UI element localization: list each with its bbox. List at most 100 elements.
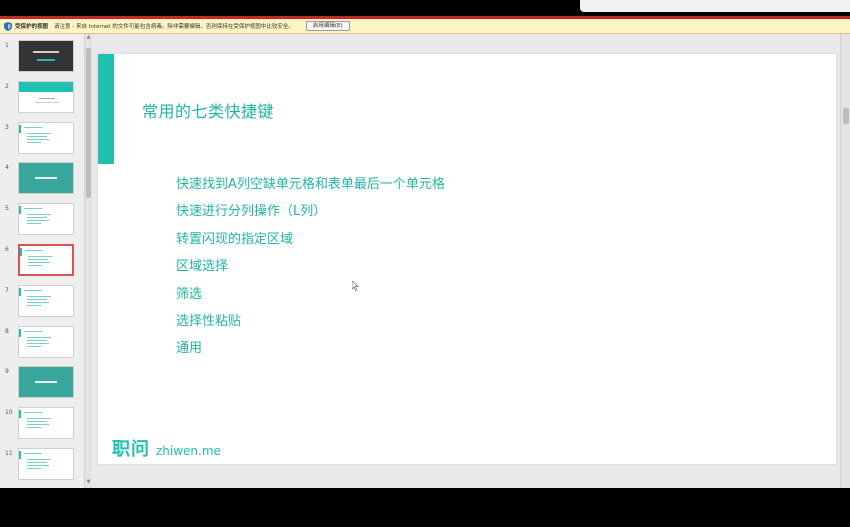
bullet-list: 快速找到A列空缺单元格和表单最后一个单元格 快速进行分列操作（L列） 转置闪现的… [176,171,445,363]
thumbnail-shape [24,126,42,128]
slide-number: 1 [5,42,9,49]
slide-thumbnail-preview[interactable] [18,80,74,113]
thumbnail-shape [27,132,51,134]
slide-editor-area: 常用的七类快捷键 快速找到A列空缺单元格和表单最后一个单元格 快速进行分列操作（… [92,34,850,488]
thumbnail-shape [35,177,57,180]
thumbnail-shape [28,259,48,260]
slide-thumbnail-preview[interactable] [18,162,74,195]
thumbnail-shape [27,468,41,469]
thumbnail-shape [20,248,22,256]
slide-number: 9 [5,368,9,376]
slide-thumbnail[interactable]: 6 [0,244,84,282]
overlay-panel [580,0,850,12]
bullet-item: 快速找到A列空缺单元格和表单最后一个单元格 [176,177,445,192]
thumbnail-shape [19,410,21,419]
thumbnail-shape [27,427,41,429]
thumbnail-shape [27,223,41,225]
thumbnail-shape [27,465,49,466]
thumbnail-shape [27,336,51,338]
slide-number: 11 [5,450,13,457]
slide-thumbnail[interactable]: 2 [0,80,84,119]
bottom-letterbox [0,488,850,524]
slide-thumbnail-preview[interactable] [18,244,74,276]
thumbnail-shape [19,124,21,133]
infobar-title: 受保护的视图 [15,24,49,30]
thumbnail-shape [19,81,73,92]
slide-thumbnail[interactable]: 11 [0,448,84,486]
slide-thumbnail-preview[interactable] [18,40,74,72]
thumbnail-shape [27,141,41,143]
thumbnail-shape [19,206,21,215]
current-slide[interactable]: 常用的七类快捷键 快速找到A列空缺单元格和表单最后一个单元格 快速进行分列操作（… [98,54,836,464]
shield-icon [4,21,12,31]
thumbnail-shape [28,265,42,266]
slide-number: 8 [5,327,9,335]
scroll-down-icon[interactable]: ▼ [86,480,91,485]
slide-number: 5 [5,205,9,213]
thumbnail-shape [19,328,21,337]
slide-thumbnail[interactable]: 7 [0,284,84,323]
thumbnail-shape [35,381,57,384]
slide-thumbnail[interactable]: 1 [0,40,84,78]
thumbnail-shape [27,304,41,306]
slide-number: 3 [5,123,9,131]
slide-number: 6 [5,246,9,253]
bullet-item: 通用 [176,341,203,357]
thumbnail-scroll-thumb[interactable] [86,48,91,198]
thumbnail-shape [27,298,47,300]
mouse-cursor-icon [352,281,359,291]
thumbnail-shape [24,289,42,291]
slide-number: 10 [5,409,13,417]
thumbnail-shape [24,412,42,414]
slide-thumbnail-preview[interactable] [18,203,74,236]
bullet-item: 快速进行分列操作（L列） [176,204,327,220]
bullet-item: 转置闪现的指定区域 [176,231,294,247]
accent-bar [98,54,114,164]
thumbnail-shape [39,97,55,99]
slide-thumbnail-preview[interactable] [18,284,74,317]
thumbnail-shape [27,421,47,423]
thumbnail-shape [24,453,42,454]
slide-number: 4 [5,164,9,172]
slide-thumbnail-preview[interactable] [18,448,74,480]
thumbnail-shape [33,51,59,53]
slide-thumbnail[interactable]: 10 [0,407,84,445]
slide-number: 7 [5,286,9,294]
thumbnail-shape [27,217,47,219]
presentation-workspace: 123456789101112 ▲ ▼ 常用的七类快捷键 快速找到A列空缺单元格… [0,34,850,521]
thumbnail-shape [27,301,49,303]
protected-view-infobar: 受保护的视图 请注意 - 来自 Internet 的文件可能包含病毒。除非需要编… [0,19,850,34]
slide-thumbnail[interactable]: 4 [0,162,84,200]
thumbnail-shape [27,220,49,222]
thumbnail-shape [27,135,47,137]
enable-editing-button[interactable]: 启用编辑(E) [305,21,350,31]
thumbnail-shape [37,59,55,61]
thumbnail-shape [27,138,49,140]
slide-thumbnail[interactable]: 5 [0,203,84,241]
slide-thumbnail-preview[interactable] [18,121,74,154]
thumbnail-shape [28,256,52,257]
thumbnail-shape [27,462,47,463]
slide-thumbnail-preview[interactable] [18,366,74,399]
thumbnail-shape [19,451,21,459]
slide-thumbnail[interactable]: 8 [0,325,84,364]
slide-scrollbar[interactable] [840,34,850,488]
slide-thumbnail[interactable]: 3 [0,121,84,160]
slide-number: 2 [5,82,9,90]
slide-thumbnail-preview[interactable] [18,325,74,358]
scroll-up-icon[interactable]: ▲ [86,35,91,40]
thumbnail-shape [27,424,49,426]
thumbnail-shape [27,459,51,460]
slide-title: 常用的七类快捷键 [142,102,275,121]
thumbnail-shape [27,295,51,297]
slide-scroll-thumb[interactable] [843,108,849,124]
thumbnail-shape [24,208,42,210]
bullet-item: 选择性粘贴 [176,313,242,329]
bullet-item: 筛选 [176,286,203,302]
thumbnail-shape [35,101,59,103]
thumbnail-shape [27,345,41,347]
slide-thumbnail-preview[interactable] [18,407,74,440]
bullet-item: 区域选择 [176,259,229,275]
thumbnail-shape [28,262,50,263]
slide-thumbnail[interactable]: 9 [0,366,84,404]
